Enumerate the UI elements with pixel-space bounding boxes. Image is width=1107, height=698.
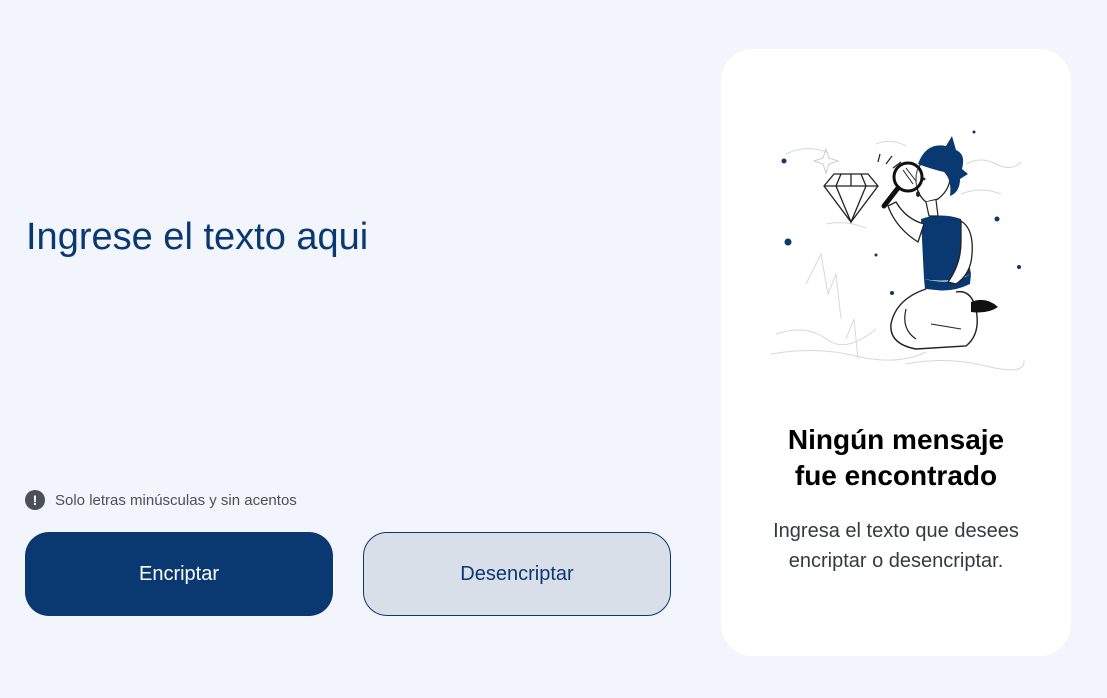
panel-title-line2: fue encontrado	[794, 459, 998, 491]
decrypt-button[interactable]: Desencriptar	[363, 532, 671, 616]
hint: ! Solo letras minúsculas y sin acentos	[25, 490, 297, 510]
encrypt-button[interactable]: Encriptar	[25, 532, 333, 616]
panel-title: Ningún mensaje fue encontrado	[721, 422, 1071, 493]
panel-text-line2: encriptar o desencriptar.	[788, 550, 1004, 572]
panel-title-line1: Ningún mensaje	[787, 424, 1005, 455]
person-with-magnifying-glass-illustration	[770, 130, 1025, 371]
output-panel: Ningún mensaje fue encontrado Ingresa el…	[721, 49, 1071, 656]
panel-description: Ingresa el texto que desees encriptar o …	[721, 516, 1071, 576]
hint-text: Solo letras minúsculas y sin acentos	[55, 491, 297, 509]
exclamation-circle-icon: !	[25, 490, 45, 510]
text-input[interactable]	[26, 215, 676, 465]
panel-text-line1: Ingresa el texto que desees	[773, 520, 1019, 542]
page: ! Solo letras minúsculas y sin acentos E…	[0, 0, 1107, 698]
